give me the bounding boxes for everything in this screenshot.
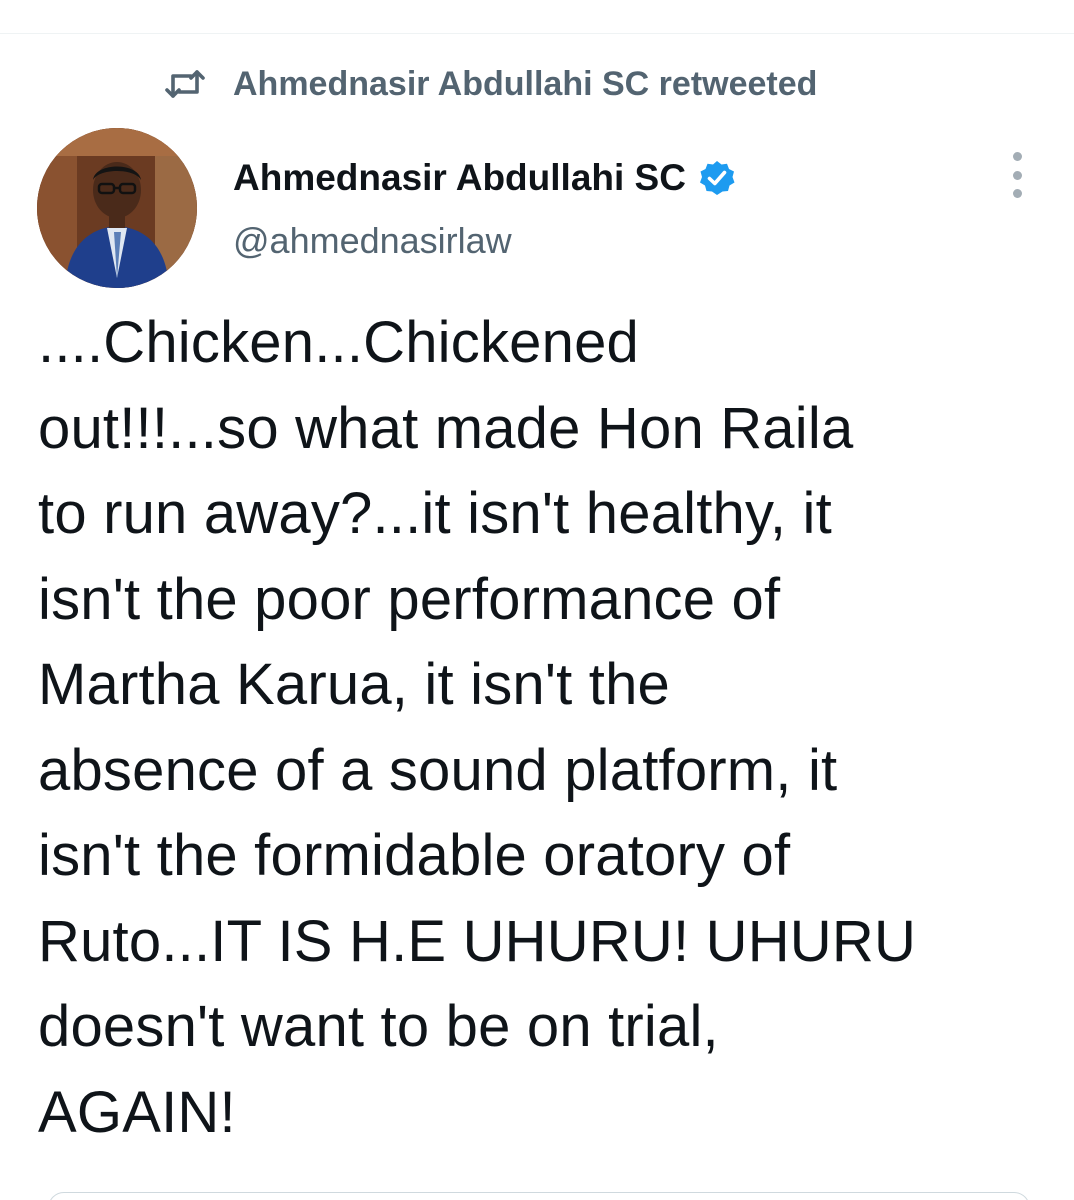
tweet-page: Ahmednasir Abdullahi SC retweeted Ahmedn…	[0, 0, 1074, 1200]
quoted-card-edge[interactable]	[48, 1192, 1030, 1200]
avatar[interactable]	[37, 128, 197, 288]
tweet-line: AGAIN!	[38, 1079, 236, 1145]
top-divider	[0, 33, 1074, 34]
author-info[interactable]: Ahmednasir Abdullahi SC	[233, 153, 736, 203]
retweet-label: Ahmednasir Abdullahi SC retweeted	[233, 64, 818, 103]
tweet-line: to run away?...it isn't healthy, it	[38, 481, 832, 546]
more-dot	[1012, 170, 1022, 180]
tweet-line: out!!!...so what made Hon Raila	[38, 395, 854, 461]
retweet-icon	[165, 66, 205, 102]
tweet-text: ....Chicken...Chickened out!!!...so what…	[38, 300, 1038, 1155]
tweet-line: doesn't want to be on trial,	[38, 994, 719, 1059]
author-name[interactable]: Ahmednasir Abdullahi SC	[233, 157, 686, 199]
tweet-line: absence of a sound platform, it	[38, 737, 838, 803]
more-vertical-icon	[1012, 152, 1022, 161]
tweet-line: Martha Karua, it isn't the	[38, 652, 671, 717]
author-handle[interactable]: @ahmednasirlaw	[233, 220, 512, 262]
tweet-line: isn't the formidable oratory of	[38, 823, 791, 888]
tweet-line: ....Chicken...Chickened	[38, 310, 639, 375]
tweet-line: Ruto...IT IS H.E UHURU! UHURU	[38, 908, 917, 974]
more-options-button[interactable]	[1000, 152, 1034, 198]
avatar-photo	[37, 128, 197, 288]
retweet-context[interactable]: Ahmednasir Abdullahi SC retweeted	[165, 62, 817, 106]
more-dot	[1012, 189, 1022, 198]
verified-badge-icon	[698, 159, 736, 197]
tweet-line: isn't the poor performance of	[38, 566, 781, 632]
